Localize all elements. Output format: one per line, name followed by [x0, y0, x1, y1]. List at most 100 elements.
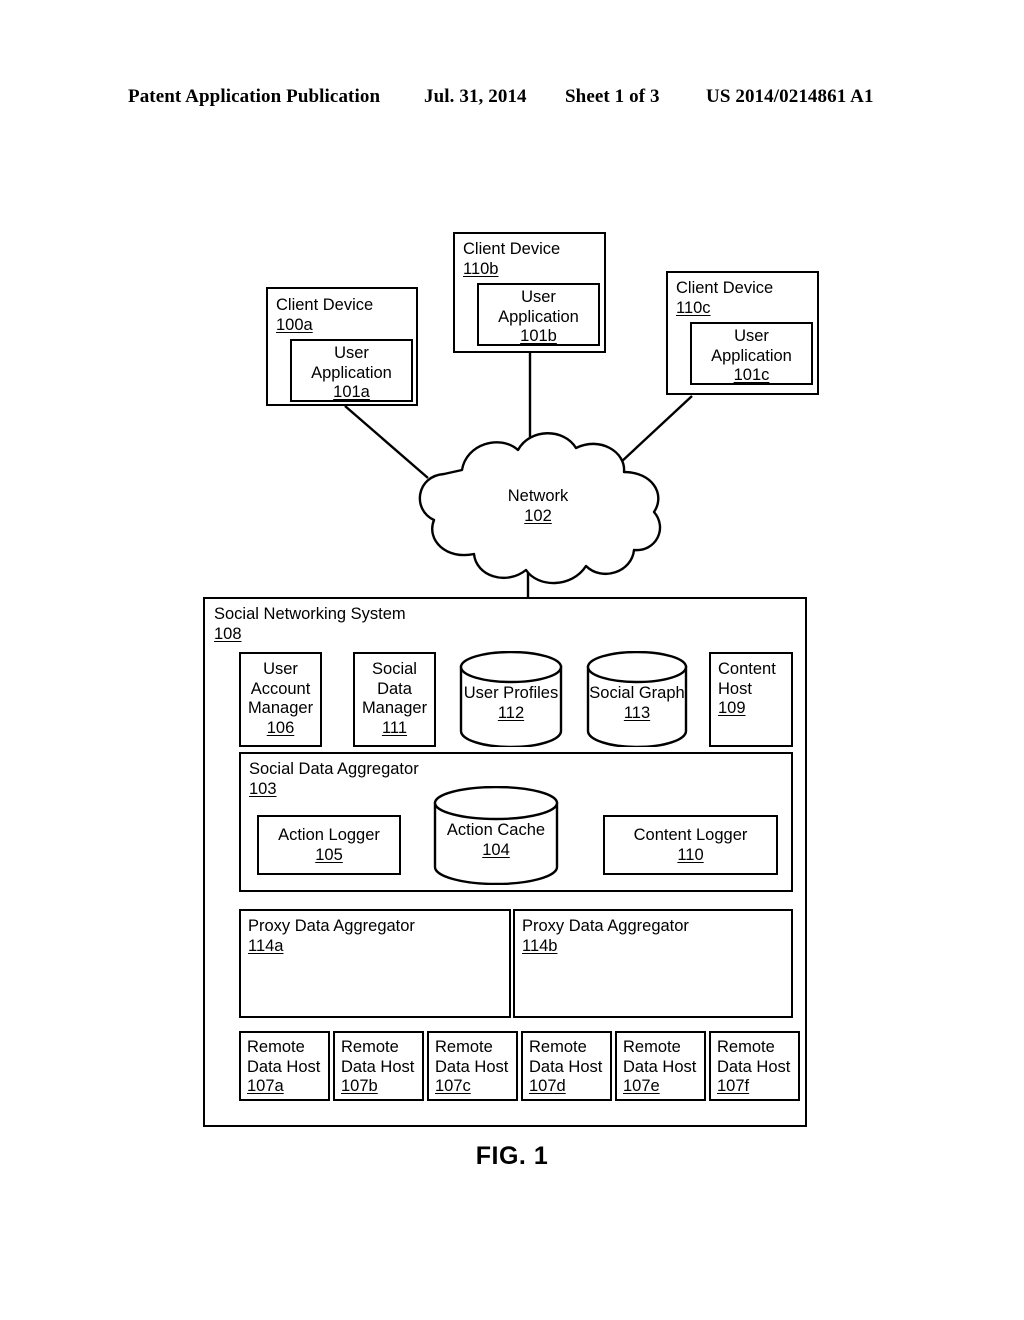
social-data-aggregator-103-title: Social Data Aggregator — [249, 760, 419, 778]
client-device-100a[interactable]: Client Device 100a User Application 101a — [266, 287, 418, 406]
action-cache-104-text: Action Cache 104 — [432, 821, 560, 860]
social-graph-113-text: Social Graph 113 — [585, 684, 689, 723]
client-device-100a-title-block: Client Device 100a — [276, 296, 373, 335]
remote-data-host-107d[interactable]: Remote Data Host 107d — [521, 1031, 612, 1101]
remote-data-host-107d-text: Remote Data Host 107d — [529, 1038, 602, 1097]
remote-data-host-107a-line2: Data Host — [247, 1057, 321, 1076]
content-host-109-ref: 109 — [718, 699, 746, 717]
remote-data-host-107e[interactable]: Remote Data Host 107e — [615, 1031, 706, 1101]
content-host-109-text: Content Host 109 — [718, 660, 776, 719]
remote-data-host-107b-ref: 107b — [341, 1077, 378, 1095]
remote-data-host-107e-ref: 107e — [623, 1077, 660, 1095]
user-account-manager-106-line1: User — [263, 660, 298, 678]
user-application-101a-line1: User — [334, 344, 369, 362]
social-data-aggregator-103-title-block: Social Data Aggregator 103 — [249, 760, 419, 799]
content-host-109-line1: Content — [718, 660, 776, 678]
sns-title-block: Social Networking System 108 — [214, 605, 406, 644]
remote-data-host-107c-line2: Data Host — [435, 1057, 509, 1076]
content-logger-110-ref: 110 — [677, 845, 704, 864]
user-application-101b-line2: Application — [498, 307, 579, 326]
user-profiles-112-text: User Profiles 112 — [458, 684, 564, 723]
remote-data-host-107c[interactable]: Remote Data Host 107c — [427, 1031, 518, 1101]
client-device-110c[interactable]: Client Device 110c User Application 101c — [666, 271, 819, 395]
user-application-101a-ref: 101a — [333, 383, 370, 401]
social-networking-system[interactable]: Social Networking System 108 User Accoun… — [203, 597, 807, 1127]
user-application-101a-line2: Application — [311, 363, 392, 382]
action-cache-104-label: Action Cache — [446, 821, 546, 839]
user-application-101b-line1: User — [521, 288, 556, 306]
user-application-101b[interactable]: User Application 101b — [477, 283, 600, 346]
proxy-data-aggregator-114b[interactable]: Proxy Data Aggregator 114b — [513, 909, 793, 1018]
action-logger-105[interactable]: Action Logger 105 — [257, 815, 401, 875]
user-account-manager-106-ref: 106 — [266, 718, 295, 737]
action-logger-105-ref: 105 — [315, 845, 343, 864]
content-logger-110-text: Content Logger 110 — [605, 826, 776, 865]
patent-header: Patent Application Publication Jul. 31, … — [0, 86, 1024, 116]
proxy-data-aggregator-114a-title: Proxy Data Aggregator — [248, 917, 415, 935]
client-device-100a-title: Client Device — [276, 296, 374, 314]
remote-data-host-107e-line1: Remote — [623, 1038, 681, 1056]
content-host-109[interactable]: Content Host 109 — [709, 652, 793, 747]
user-application-101b-ref: 101b — [520, 327, 557, 345]
remote-data-host-107a-ref: 107a — [247, 1077, 284, 1095]
social-data-aggregator-103-ref: 103 — [249, 779, 277, 798]
action-cache-104[interactable]: Action Cache 104 — [432, 786, 560, 885]
remote-data-host-107b-text: Remote Data Host 107b — [341, 1038, 414, 1097]
remote-data-host-107f-line1: Remote — [717, 1038, 775, 1056]
client-device-110c-title: Client Device — [676, 279, 774, 297]
remote-data-host-107b-line1: Remote — [341, 1038, 399, 1056]
user-application-101a[interactable]: User Application 101a — [290, 339, 413, 402]
user-account-manager-106-line2: Account — [250, 679, 311, 698]
social-data-aggregator-103[interactable]: Social Data Aggregator 103 Action Logger… — [239, 752, 793, 892]
remote-data-host-107d-line1: Remote — [529, 1038, 587, 1056]
proxy-data-aggregator-114a-text: Proxy Data Aggregator 114a — [248, 917, 415, 956]
proxy-data-aggregator-114b-title: Proxy Data Aggregator — [522, 917, 689, 935]
user-application-101c-text: User Application 101c — [692, 327, 811, 386]
user-application-101b-text: User Application 101b — [479, 288, 598, 347]
remote-data-host-107a-line1: Remote — [247, 1038, 305, 1056]
network-label-block: Network 102 — [404, 486, 672, 526]
remote-data-host-107c-ref: 107c — [435, 1077, 471, 1095]
user-application-101a-text: User Application 101a — [292, 344, 411, 403]
client-device-110b-title-block: Client Device 110b — [463, 240, 560, 279]
user-application-101c-ref: 101c — [733, 366, 770, 384]
cylinder-top — [459, 651, 563, 684]
remote-data-host-107e-text: Remote Data Host 107e — [623, 1038, 696, 1097]
user-profiles-112-label: User Profiles — [463, 684, 559, 702]
remote-data-host-107b[interactable]: Remote Data Host 107b — [333, 1031, 424, 1101]
sns-title: Social Networking System — [214, 605, 406, 623]
remote-data-host-107f-ref: 107f — [717, 1077, 750, 1095]
header-patent-number: US 2014/0214861 A1 — [706, 86, 874, 107]
social-data-manager-111-line2: Data — [377, 679, 412, 698]
remote-data-host-107f[interactable]: Remote Data Host 107f — [709, 1031, 800, 1101]
social-data-manager-111[interactable]: Social Data Manager 111 — [353, 652, 436, 747]
client-device-110b[interactable]: Client Device 110b User Application 101b — [453, 232, 606, 353]
remote-data-host-107a-text: Remote Data Host 107a — [247, 1038, 320, 1097]
network-label: Network — [507, 487, 569, 505]
remote-data-host-107d-ref: 107d — [529, 1077, 566, 1095]
header-sheet: Sheet 1 of 3 — [565, 86, 660, 107]
proxy-data-aggregator-114a[interactable]: Proxy Data Aggregator 114a — [239, 909, 511, 1018]
social-graph-datastore-113[interactable]: Social Graph 113 — [585, 651, 689, 747]
remote-data-host-107f-line2: Data Host — [717, 1057, 791, 1076]
user-application-101c[interactable]: User Application 101c — [690, 322, 813, 385]
cylinder-top — [586, 651, 688, 684]
remote-data-host-107a[interactable]: Remote Data Host 107a — [239, 1031, 330, 1101]
social-graph-113-label: Social Graph — [589, 684, 685, 702]
user-profiles-datastore-112[interactable]: User Profiles 112 — [458, 651, 564, 747]
proxy-data-aggregator-114a-ref: 114a — [248, 936, 284, 955]
action-cache-104-ref: 104 — [482, 840, 510, 859]
content-logger-110[interactable]: Content Logger 110 — [603, 815, 778, 875]
header-date: Jul. 31, 2014 — [424, 86, 527, 107]
cylinder-top — [433, 786, 559, 821]
network-ref: 102 — [524, 507, 552, 525]
proxy-data-aggregator-114b-text: Proxy Data Aggregator 114b — [522, 917, 689, 956]
user-account-manager-106[interactable]: User Account Manager 106 — [239, 652, 322, 747]
social-data-manager-111-line3: Manager — [361, 699, 428, 717]
client-device-110b-ref: 110b — [463, 259, 499, 278]
action-logger-105-label: Action Logger — [278, 826, 380, 844]
user-profiles-112-ref: 112 — [497, 703, 525, 722]
client-device-110b-title: Client Device — [463, 240, 561, 258]
user-application-101c-line1: User — [734, 327, 769, 345]
social-data-manager-111-ref: 111 — [381, 718, 408, 737]
